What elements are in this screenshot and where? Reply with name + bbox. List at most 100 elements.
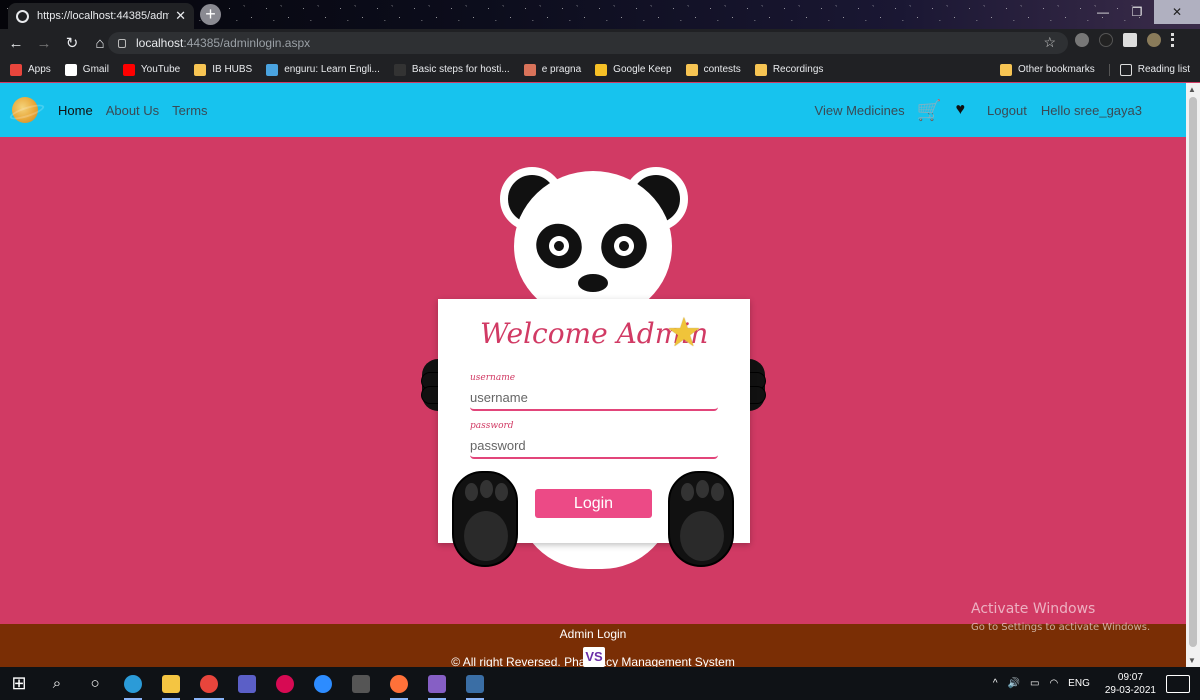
tray-chevron-icon[interactable]: ^ (993, 678, 998, 689)
bookmark-label: e pragna (541, 64, 582, 75)
scroll-up-icon[interactable]: ▲ (1188, 85, 1196, 94)
bookmark-item[interactable]: Recordings (754, 63, 824, 76)
reload-icon[interactable]: ↻ (60, 34, 84, 52)
wifi-icon[interactable]: ◠ (1049, 678, 1058, 689)
language-indicator[interactable]: ENG (1068, 678, 1090, 689)
debian-icon (276, 674, 294, 693)
visual-studio-badge-icon[interactable]: VS (583, 647, 605, 667)
bookmark-item[interactable]: enguru: Learn Engli... (266, 63, 380, 76)
windows-taskbar: ⊞ ⌕ ○ ^ 🔊 ▭ ◠ ENG 09:07 29-03-2021 (0, 667, 1200, 700)
extension-icon[interactable] (1075, 33, 1089, 47)
logout-link[interactable]: Logout (987, 103, 1027, 118)
login-button[interactable]: Login (535, 489, 652, 518)
bookmark-favicon-icon (194, 63, 207, 76)
chrome-taskbar-icon[interactable] (190, 667, 228, 700)
url-path: :44385/adminlogin.aspx (183, 36, 311, 50)
clock-date: 29-03-2021 (1104, 684, 1156, 696)
other-bookmarks-label: Other bookmarks (1018, 64, 1095, 75)
zoom-taskbar-icon[interactable] (304, 667, 342, 700)
minimize-button[interactable]: — (1086, 0, 1120, 24)
profile-avatar-icon[interactable] (1147, 33, 1161, 47)
user-greeting: Hello sree_gaya3 (1040, 102, 1142, 118)
terminal-icon (352, 674, 370, 693)
bookmark-item[interactable]: IB HUBS (194, 63, 252, 76)
bookmark-item[interactable]: Apps (10, 63, 51, 76)
menu-kebab-icon[interactable] (1171, 33, 1175, 47)
bookmark-favicon-icon (393, 63, 406, 76)
star-icon: ★ (666, 311, 702, 355)
scrollbar-thumb[interactable] (1189, 97, 1197, 647)
lock-icon[interactable] (118, 38, 126, 48)
maximize-button[interactable]: ❐ (1120, 0, 1154, 24)
page-scrollbar[interactable]: ▲ ▼ (1186, 83, 1200, 667)
activate-windows-watermark: Activate Windows Go to Settings to activ… (971, 601, 1150, 633)
activate-windows-subtitle: Go to Settings to activate Windows. (971, 622, 1151, 633)
bookmark-item[interactable]: e pragna (523, 63, 582, 76)
bookmark-star-icon[interactable]: ☆ (1043, 34, 1056, 51)
panda-nose (578, 274, 608, 292)
notification-icon[interactable] (1166, 674, 1190, 693)
back-icon[interactable]: ← (4, 35, 28, 52)
browser-tabstrip: https://localhost:44385/adminlo ✕ + — ❐ … (0, 0, 1200, 29)
bookmark-item[interactable]: Gmail (64, 63, 109, 76)
address-bar[interactable]: localhost:44385/adminlogin.aspx ☆ (108, 32, 1068, 54)
ssms-taskbar-icon[interactable] (456, 667, 494, 700)
terminal-taskbar-icon[interactable] (342, 667, 380, 700)
zoom-icon (314, 674, 332, 693)
extensions-area (1075, 33, 1175, 47)
bookmark-label: Recordings (772, 64, 824, 75)
teams-taskbar-icon[interactable] (228, 667, 266, 700)
bookmark-item[interactable]: Basic steps for hosti... (393, 63, 510, 76)
bookmark-label: contests (703, 64, 741, 75)
visual-studio-taskbar-icon[interactable] (418, 667, 456, 700)
brand-logo-icon[interactable] (12, 97, 38, 123)
password-input[interactable] (470, 433, 718, 459)
cortana-icon[interactable]: ○ (76, 667, 114, 700)
search-icon[interactable]: ⌕ (38, 667, 76, 700)
bookmark-favicon-icon (10, 63, 22, 76)
bookmark-label: Google Keep (613, 64, 672, 75)
file-explorer-icon (162, 674, 180, 693)
bookmark-label: enguru: Learn Engli... (284, 64, 380, 75)
bookmark-item[interactable]: contests (685, 63, 741, 76)
chrome-icon (200, 674, 218, 693)
username-input[interactable] (470, 385, 718, 411)
volume-icon[interactable]: 🔊 (1008, 678, 1020, 689)
login-stage: Welcome Admin ★ username password Login (0, 137, 1186, 624)
edge-taskbar-icon[interactable] (114, 667, 152, 700)
scroll-down-icon[interactable]: ▼ (1188, 656, 1196, 665)
nav-about-link[interactable]: About Us (106, 103, 159, 118)
debian-taskbar-icon[interactable] (266, 667, 304, 700)
site-navbar: Home About Us Terms View Medicines 🛒 ♥ L… (0, 83, 1186, 137)
heart-icon[interactable]: ♥ (956, 101, 966, 119)
new-tab-button[interactable]: + (200, 4, 221, 25)
puzzle-icon[interactable] (1123, 33, 1137, 47)
nav-terms-link[interactable]: Terms (172, 103, 207, 118)
battery-icon[interactable]: ▭ (1030, 678, 1039, 689)
nav-home-link[interactable]: Home (58, 103, 93, 118)
tab-close-icon[interactable]: ✕ (175, 8, 186, 24)
bookmark-label: Basic steps for hosti... (411, 64, 510, 75)
start-button-icon[interactable]: ⊞ (0, 667, 38, 700)
bookmark-favicon-icon (595, 63, 608, 76)
cart-icon[interactable]: 🛒 (917, 98, 942, 123)
clock[interactable]: 09:07 29-03-2021 (1105, 671, 1156, 697)
teams-icon (238, 674, 256, 693)
file-explorer-taskbar-icon[interactable] (152, 667, 190, 700)
bookmarks-bar: Apps Gmail YouTube IB HUBS enguru: Learn Eng… (0, 57, 1200, 82)
reading-list-button[interactable]: Reading list (1108, 63, 1190, 76)
firefox-taskbar-icon[interactable] (380, 667, 418, 700)
other-bookmarks-folder[interactable]: Other bookmarks (1000, 63, 1095, 76)
view-medicines-link[interactable]: View Medicines (815, 103, 905, 118)
forward-icon[interactable]: → (32, 35, 56, 52)
bookmark-item[interactable]: Google Keep (595, 63, 672, 76)
extension-icon[interactable] (1099, 33, 1113, 47)
bookmark-item[interactable]: YouTube (122, 63, 180, 76)
browser-tab-active[interactable]: https://localhost:44385/adminlo ✕ (8, 3, 194, 29)
globe-icon (16, 9, 29, 23)
nav-links: Home About Us Terms (58, 103, 221, 118)
bookmark-label: Apps (28, 64, 51, 75)
panda-foot-right (668, 471, 734, 567)
close-window-button[interactable]: ✕ (1154, 0, 1200, 24)
password-label: password (470, 421, 514, 431)
